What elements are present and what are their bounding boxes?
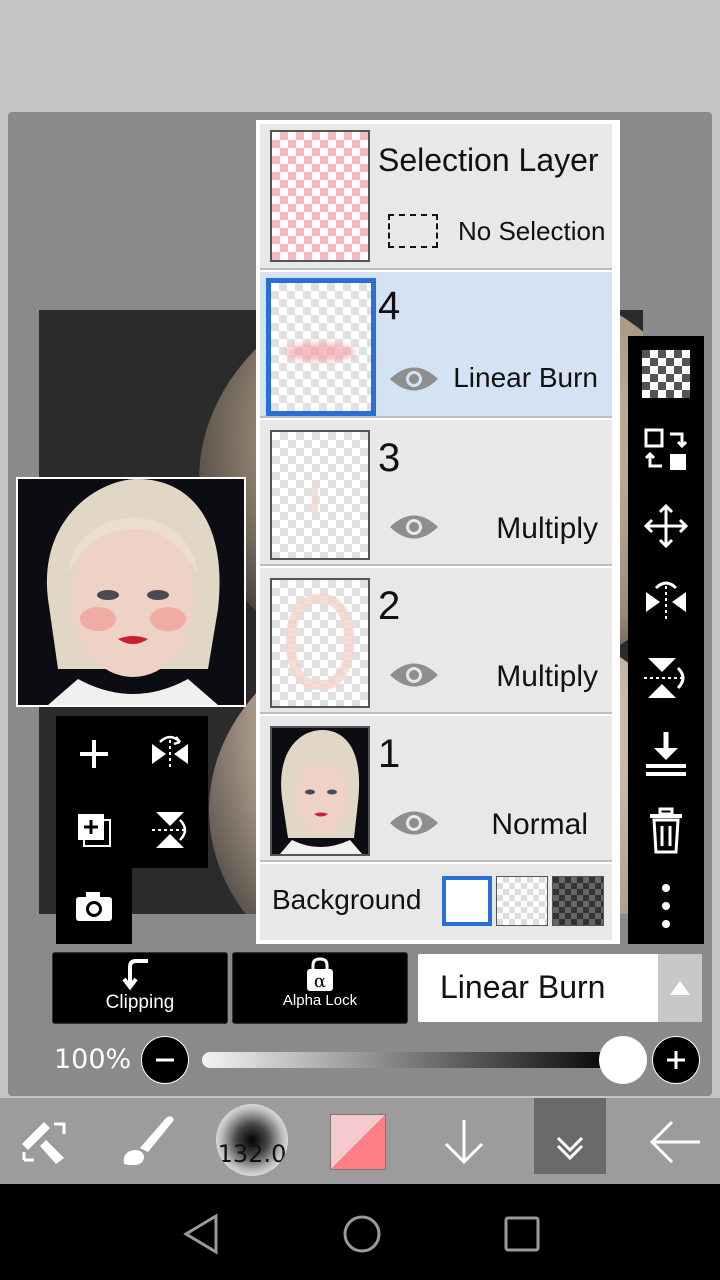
opacity-decrease-button[interactable]	[141, 1036, 189, 1084]
alpha-lock-icon: α	[307, 957, 333, 992]
blend-mode-value: Linear Burn	[440, 969, 606, 1005]
alpha-lock-button[interactable]: α Alpha Lock	[232, 952, 408, 1024]
down-arrow-icon[interactable]	[438, 1116, 490, 1168]
opacity-label: 100%	[54, 1044, 132, 1075]
system-navigation-bar	[0, 1184, 720, 1280]
opacity-slider-thumb[interactable]	[599, 1036, 647, 1084]
trash-icon[interactable]	[642, 806, 690, 854]
layer-number: 1	[378, 732, 401, 776]
layer-row-3[interactable]: 3 Multiply	[260, 420, 612, 566]
opacity-slider-track[interactable]	[202, 1052, 622, 1068]
layers-list: Selection Layer No Selection 4 Linear Bu…	[256, 120, 620, 944]
layer-blend-mode: Multiply	[496, 512, 598, 545]
reference-image[interactable]	[16, 477, 246, 707]
background-label: Background	[272, 884, 422, 915]
layer-number: 4	[378, 284, 401, 328]
selection-layer-row[interactable]: Selection Layer No Selection	[260, 124, 612, 270]
eye-icon[interactable]	[388, 808, 440, 838]
no-selection-icon	[388, 214, 438, 248]
layer-thumbnail-3	[270, 430, 370, 560]
merge-down-icon[interactable]	[642, 730, 690, 778]
eye-icon[interactable]	[388, 364, 440, 394]
layer-thumbnail-1	[270, 726, 370, 856]
layer-row-4[interactable]: 4 Linear Burn	[260, 272, 612, 418]
bottom-toolbar: 132.0	[0, 1098, 720, 1184]
flip-layer-vertical-icon[interactable]	[146, 806, 194, 854]
nav-home-icon[interactable]	[340, 1212, 384, 1256]
background-row: Background	[260, 864, 612, 940]
layer-blend-mode: Multiply	[496, 660, 598, 693]
layer-thumbnail-2	[270, 578, 370, 708]
opacity-increase-button[interactable]	[652, 1036, 700, 1084]
back-arrow-icon[interactable]	[646, 1116, 704, 1168]
right-toolbar	[628, 336, 704, 944]
clipping-button[interactable]: Clipping	[52, 952, 228, 1024]
background-dark-swatch[interactable]	[552, 876, 604, 926]
blend-mode-select[interactable]: Linear Burn	[418, 954, 702, 1022]
layer-number: 3	[378, 436, 401, 480]
checker-icon[interactable]	[642, 350, 690, 398]
chevron-double-down-icon	[556, 1136, 584, 1161]
nav-recents-icon[interactable]	[500, 1212, 544, 1256]
add-layer-icon[interactable]	[70, 730, 118, 778]
camera-icon[interactable]	[70, 882, 118, 930]
layer-blend-mode: Linear Burn	[453, 362, 598, 393]
brush-size-button[interactable]: 132.0	[216, 1104, 288, 1176]
eye-icon[interactable]	[388, 660, 440, 690]
color-swatch[interactable]	[330, 1114, 386, 1170]
add-canvas-layer-icon[interactable]	[70, 806, 118, 854]
flip-layer-horizontal-icon[interactable]	[146, 730, 194, 778]
layer-number: 2	[378, 584, 401, 628]
nav-back-icon[interactable]	[180, 1212, 224, 1256]
transform-tool-icon[interactable]	[16, 1114, 72, 1170]
background-white-swatch[interactable]	[442, 876, 492, 926]
transform-swap-icon[interactable]	[642, 426, 690, 474]
minus-icon	[156, 1058, 174, 1062]
eye-icon[interactable]	[388, 512, 440, 542]
brush-size-value: 132.0	[217, 1140, 287, 1168]
background-transparent-swatch[interactable]	[496, 876, 548, 926]
selection-layer-title: Selection Layer	[378, 142, 599, 178]
layer-blend-mode: Normal	[491, 808, 588, 841]
selection-layer-thumbnail	[270, 130, 370, 262]
flip-vertical-icon[interactable]	[642, 654, 690, 702]
layer-thumbnail-4	[266, 278, 376, 416]
alpha-lock-label: Alpha Lock	[282, 992, 358, 1009]
layers-toggle-button[interactable]	[534, 1098, 606, 1174]
plus-icon	[667, 1051, 685, 1069]
more-icon[interactable]	[642, 882, 690, 930]
move-icon[interactable]	[642, 502, 690, 550]
clipping-icon	[122, 959, 148, 991]
layer-row-2[interactable]: 2 Multiply	[260, 568, 612, 714]
clipping-label: Clipping	[105, 992, 175, 1013]
blend-mode-dropdown[interactable]	[658, 954, 702, 1022]
layer-row-1[interactable]: 1 Normal	[260, 716, 612, 862]
flip-horizontal-icon[interactable]	[642, 578, 690, 626]
svg-text:α: α	[314, 971, 326, 992]
triangle-up-icon	[670, 981, 690, 995]
brush-tool-icon[interactable]	[116, 1112, 178, 1170]
selection-status: No Selection	[458, 216, 606, 246]
